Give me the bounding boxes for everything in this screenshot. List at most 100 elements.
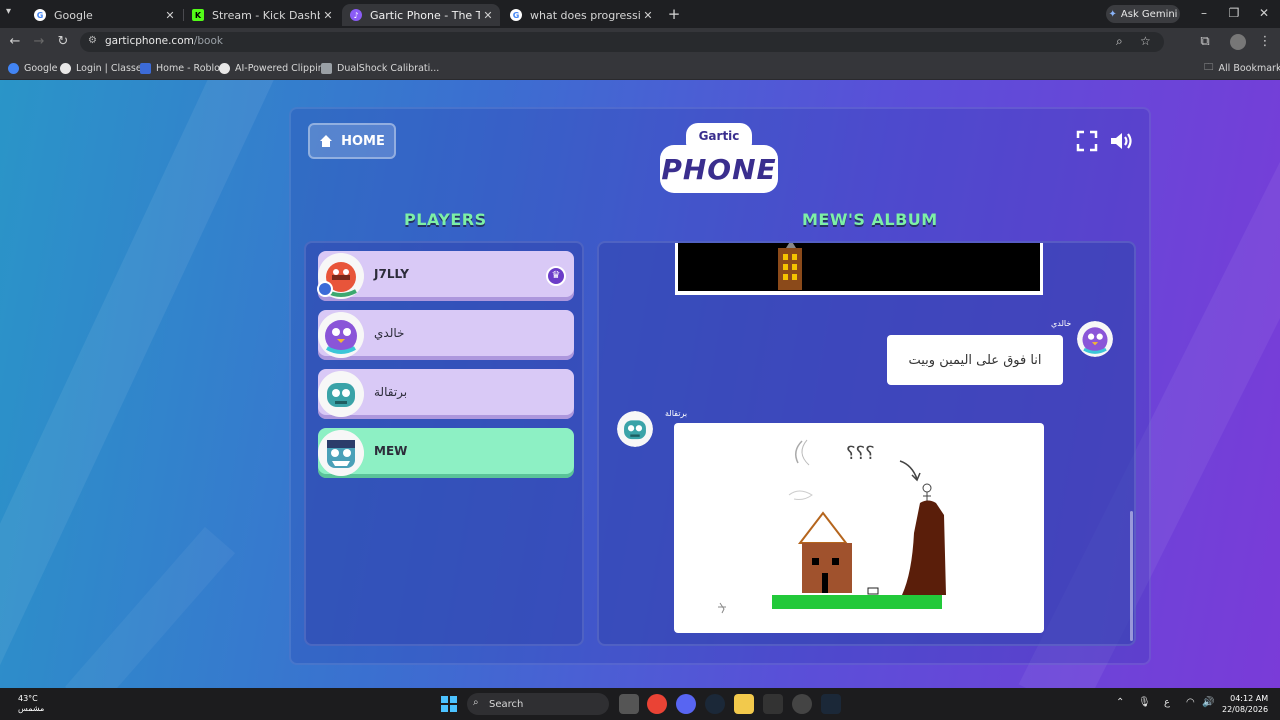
folder-icon: 🗀 [1204, 62, 1214, 73]
guess-bubble: انا فوق على اليمين وبيت [887, 335, 1063, 385]
home-label: HOME [341, 133, 385, 149]
house-icon [320, 135, 333, 147]
home-button[interactable]: HOME [308, 123, 396, 159]
windows-start-icon[interactable] [439, 694, 459, 714]
player-avatar [318, 312, 364, 358]
globe-icon [219, 62, 230, 74]
browser-toolbar: ← → ↻ ⚙ garticphone.com/book ⌕ ☆ ⧉ ⋮ [0, 28, 1280, 56]
close-icon[interactable]: ✕ [162, 9, 178, 22]
owner-badge-icon [317, 281, 333, 297]
steam-icon[interactable] [705, 694, 725, 714]
discord-icon[interactable] [676, 694, 696, 714]
globe-icon [60, 62, 71, 74]
tower-drawing [778, 243, 802, 290]
file-explorer-icon[interactable] [734, 694, 754, 714]
fullscreen-icon[interactable] [1076, 130, 1100, 154]
menu-kebab-icon[interactable]: ⋮ [1256, 33, 1274, 51]
kick-icon: K [192, 9, 204, 21]
steam-app-icon[interactable] [821, 694, 841, 714]
roblox-icon [140, 62, 151, 74]
gamepad-icon [321, 62, 332, 74]
obs-icon[interactable] [792, 694, 812, 714]
window-close-icon[interactable]: ✕ [1254, 6, 1274, 20]
all-bookmarks-button[interactable]: 🗀 All Bookmarks [1204, 60, 1280, 76]
zoom-icon[interactable]: ⌕ [1116, 34, 1123, 49]
tab-search-chevron-icon[interactable]: ▾ [6, 6, 11, 17]
new-tab-button[interactable]: + [664, 5, 684, 23]
player-card-self: MEW [318, 428, 574, 478]
search-label: Search [489, 698, 524, 710]
show-hidden-icons-icon[interactable]: ⌃ [1116, 697, 1124, 708]
app-icon[interactable] [763, 694, 783, 714]
google-icon: G [510, 9, 522, 21]
input-language[interactable]: ع [1164, 697, 1170, 708]
chrome-icon[interactable] [647, 694, 667, 714]
player-name: J7LLY [374, 267, 409, 281]
task-view-icon[interactable] [619, 694, 639, 714]
message-author: برتقالة [665, 409, 688, 418]
ask-gemini-button[interactable]: ✦ Ask Gemini [1106, 5, 1180, 23]
minimize-icon[interactable]: – [1194, 6, 1214, 20]
player-avatar [318, 430, 364, 476]
tab-google[interactable]: G Google ✕ [26, 4, 182, 26]
weather-widget[interactable]: 43°C مشمس [18, 694, 44, 714]
tab-gartic-phone[interactable]: ♪ Gartic Phone - The Telephone G ✕ [342, 4, 500, 26]
google-icon: G [34, 9, 46, 21]
player-name: خالدي [374, 326, 405, 340]
logo-bottom: PHONE [660, 145, 778, 193]
sound-icon[interactable] [1109, 130, 1133, 154]
close-icon[interactable]: ✕ [640, 9, 656, 22]
album-title: MEW'S ALBUM [802, 210, 938, 229]
reload-icon[interactable]: ↻ [54, 33, 72, 51]
tab-kick-dashboard[interactable]: K Stream - Kick Dashboard ✕ [184, 4, 340, 26]
player-card: J7LLY ♛ [317, 251, 574, 301]
system-clock[interactable]: 04:12 AM 22/08/2026 [1222, 693, 1268, 715]
player-name: MEW [374, 444, 408, 458]
tab-title: Google [54, 8, 93, 22]
microphone-icon[interactable]: 🎙 [1138, 697, 1151, 708]
tab-title: what does progressive mean - G [530, 8, 640, 22]
gartic-icon: ♪ [350, 9, 362, 21]
message-author: خالدي [1051, 319, 1072, 328]
bookmark-roblox[interactable]: Home - Roblox [140, 60, 225, 76]
bookmark-dualshock[interactable]: DualShock Calibrati... [321, 60, 439, 76]
guess-author-avatar [1077, 321, 1113, 357]
tab-title: Stream - Kick Dashboard [212, 8, 320, 22]
bookmark-star-icon[interactable]: ☆ [1140, 34, 1151, 48]
gemini-sparkle-icon: ✦ [1108, 8, 1117, 20]
back-icon[interactable]: ← [6, 33, 24, 51]
close-icon[interactable]: ✕ [320, 9, 336, 22]
taskbar-search[interactable]: ⌕ Search [467, 693, 609, 715]
bookmark-classera[interactable]: Login | Classera [60, 60, 151, 76]
forward-icon[interactable]: → [30, 33, 48, 51]
restore-icon[interactable]: ❐ [1224, 6, 1244, 20]
player-card: برتقالة [318, 369, 574, 419]
windows-taskbar: 43°C مشمس ⌕ Search ⌃ 🎙 ع ◠ 🔊 04:12 AM 22… [0, 688, 1280, 720]
player-card: خالدي [318, 310, 574, 360]
crown-icon: ♛ [546, 266, 566, 286]
gartic-phone-logo: Gartic PHONE [660, 123, 780, 198]
house-and-tower-drawing: ؟؟؟ [718, 439, 946, 614]
players-list: J7LLY ♛ خالدي برتقالة MEW [304, 241, 584, 646]
album-feed[interactable]: خالدي انا فوق على اليمين وبيت برتقالة ؟؟… [597, 241, 1136, 646]
tab-google-search[interactable]: G what does progressive mean - G ✕ [502, 4, 660, 26]
volume-icon[interactable]: 🔊 [1202, 697, 1214, 708]
bookmark-google[interactable]: Google [8, 60, 58, 76]
drawing-canvas: ؟؟؟ [674, 423, 1044, 633]
clock-time: 04:12 AM [1230, 694, 1269, 703]
address-bar[interactable]: ⚙ garticphone.com/book ⌕ ☆ [80, 32, 1164, 52]
clock-date: 22/08/2026 [1222, 705, 1269, 714]
bookmark-ai-clipping[interactable]: AI-Powered Clippin... [219, 60, 333, 76]
tab-strip: ▾ G Google ✕ K Stream - Kick Dashboard ✕… [0, 0, 1280, 28]
wifi-icon[interactable]: ◠ [1186, 697, 1195, 708]
players-title: PLAYERS [404, 210, 487, 229]
site-info-icon[interactable]: ⚙ [88, 35, 97, 46]
bookmark-label: DualShock Calibrati... [337, 62, 440, 74]
album-scrollbar[interactable] [1130, 511, 1133, 641]
close-icon[interactable]: ✕ [480, 9, 496, 22]
profile-avatar[interactable] [1230, 34, 1246, 50]
drawing-author-avatar [617, 411, 653, 447]
player-name: برتقالة [374, 385, 408, 399]
extensions-icon[interactable]: ⧉ [1196, 33, 1214, 51]
url-text: garticphone.com/book [105, 35, 223, 47]
